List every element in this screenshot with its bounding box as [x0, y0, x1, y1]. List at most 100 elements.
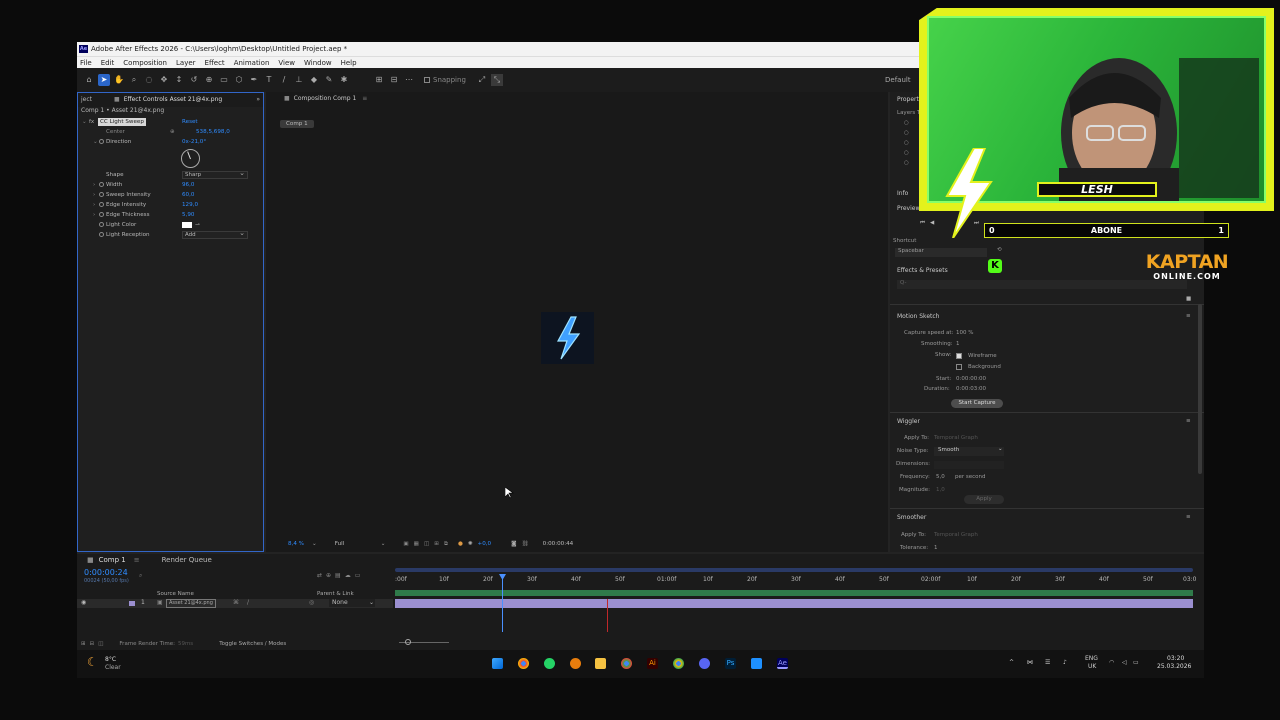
effect-row[interactable]: ⌄ fx CC Light Sweep Reset: [78, 117, 263, 127]
smoother-title[interactable]: Smoother: [897, 514, 926, 521]
timeline-timecode[interactable]: 0:00:00:24: [84, 568, 128, 577]
show-snapshot-icon[interactable]: ⛓: [522, 536, 529, 552]
anchor-tool-icon[interactable]: ⊕: [203, 74, 215, 86]
prop-value[interactable]: 0x-21,0°: [182, 137, 206, 147]
paint-icon[interactable]: [751, 658, 762, 669]
prop-shape[interactable]: Shape Sharp: [78, 170, 263, 180]
timeline-switch-icons[interactable]: ⇄⊕▤☁▭: [317, 572, 364, 580]
fx-icon[interactable]: fx: [89, 117, 94, 127]
zoom-tool-icon[interactable]: ⌕: [128, 74, 140, 86]
radio-icon[interactable]: ○: [904, 120, 909, 126]
tab-render-queue[interactable]: Render Queue: [162, 556, 212, 565]
pen-tool-icon[interactable]: ✒: [248, 74, 260, 86]
duration-value[interactable]: 0:00:03:00: [956, 386, 986, 392]
radio-icon[interactable]: ○: [904, 160, 909, 166]
expand-chevron-icon[interactable]: ›: [93, 180, 95, 190]
weather-temp[interactable]: 8°C: [105, 656, 116, 664]
capture-speed-value[interactable]: 100 %: [956, 330, 973, 336]
noise-type-dropdown[interactable]: Smooth: [934, 447, 1004, 456]
expand-chevron-icon[interactable]: ⌄: [82, 117, 87, 127]
motion-blur-icon[interactable]: ◫: [98, 640, 103, 648]
puppet-pin-icon[interactable]: ✱: [338, 74, 350, 86]
prev-frame-icon[interactable]: ◀: [930, 220, 934, 226]
region-icon[interactable]: ▣: [403, 536, 408, 552]
tray-app-icon[interactable]: ⋈: [1027, 659, 1033, 667]
transparency-grid-icon[interactable]: ▦: [414, 536, 419, 552]
chrome-icon[interactable]: [518, 658, 529, 669]
tray-mic-icon[interactable]: ♪: [1063, 659, 1067, 667]
zoom-slider-handle[interactable]: [405, 639, 411, 645]
effects-presets-title[interactable]: Effects & Presets: [897, 267, 948, 274]
shape-dropdown[interactable]: Sharp: [182, 170, 248, 179]
panel-menu-icon[interactable]: ≡: [1186, 514, 1191, 520]
tab-menu-icon[interactable]: ≡: [362, 92, 367, 106]
lock-icon[interactable]: ■: [114, 93, 120, 107]
tray-network-alt-icon[interactable]: ☰: [1045, 659, 1050, 667]
exposure-icon[interactable]: ✺: [468, 536, 473, 552]
preview-title[interactable]: Preview: [897, 205, 920, 212]
stopwatch-icon[interactable]: [99, 139, 104, 144]
menu-window[interactable]: Window: [304, 57, 332, 68]
discord-icon[interactable]: [699, 658, 710, 669]
apply-to-dropdown[interactable]: Temporal Graph: [934, 435, 1004, 441]
panel-expand-icon[interactable]: »: [256, 93, 260, 107]
panel-scrollbar[interactable]: [1198, 304, 1202, 474]
work-area-bar[interactable]: [395, 568, 1193, 572]
stopwatch-icon[interactable]: [99, 222, 104, 227]
weather-desc[interactable]: Clear: [105, 664, 121, 672]
workspace-label[interactable]: Default: [885, 76, 911, 85]
background-checkbox[interactable]: [956, 364, 962, 370]
illustrator-icon[interactable]: Ai: [647, 658, 658, 669]
prop-direction[interactable]: ⌄ Direction 0x-21,0°: [78, 137, 263, 147]
weather-moon-icon[interactable]: ☾: [87, 655, 98, 669]
lightning-bolt-layer[interactable]: [541, 312, 594, 364]
layer-name[interactable]: Asset 21@4x.png: [166, 599, 216, 608]
eraser-icon[interactable]: ◆: [308, 74, 320, 86]
motion-sketch-title[interactable]: Motion Sketch: [897, 313, 939, 320]
align-icon[interactable]: ⊞: [373, 74, 385, 86]
prop-value[interactable]: 60,0: [182, 190, 194, 200]
tolerance-value[interactable]: 1: [934, 545, 938, 551]
smoother-apply-to-dropdown[interactable]: Temporal Graph: [934, 532, 978, 538]
shape-tool-icon[interactable]: ⬡: [233, 74, 245, 86]
menu-composition[interactable]: Composition: [123, 57, 167, 68]
blender-icon[interactable]: [570, 658, 581, 669]
expand-chevron-icon[interactable]: ›: [93, 190, 95, 200]
layer-label-color[interactable]: [129, 601, 135, 606]
tab-comp-1[interactable]: Comp 1: [99, 556, 126, 565]
zoom-chevron-icon[interactable]: ⌄: [312, 536, 317, 552]
start-capture-button[interactable]: Start Capture: [951, 399, 1003, 408]
color-channel-icon[interactable]: ●: [458, 536, 463, 552]
menu-effect[interactable]: Effect: [205, 57, 225, 68]
radio-icon[interactable]: ○: [904, 130, 909, 136]
dimensions-dropdown[interactable]: [934, 461, 1004, 469]
pan-tool-icon[interactable]: ✥: [158, 74, 170, 86]
tray-chevron-icon[interactable]: ^: [1009, 659, 1014, 667]
expand-chevron-icon[interactable]: ⌄: [93, 137, 98, 147]
snapping-checkbox[interactable]: [424, 77, 430, 83]
zoom-level[interactable]: 8,4 %: [288, 536, 304, 552]
windows-start-icon[interactable]: [492, 658, 503, 669]
chrome-alt-icon[interactable]: [673, 658, 684, 669]
prop-edge-intensity[interactable]: › Edge Intensity 129,0: [78, 200, 263, 210]
snapshot-icon[interactable]: ◙: [511, 536, 516, 552]
dropdown-chevron-icon[interactable]: ⌄: [998, 446, 1003, 452]
type-tool-icon[interactable]: T: [263, 74, 275, 86]
new-bin-icon[interactable]: ■: [1186, 296, 1191, 302]
panel-menu-icon[interactable]: ≡: [1186, 418, 1191, 424]
reset-link[interactable]: Reset: [182, 117, 198, 127]
menu-edit[interactable]: Edit: [101, 57, 115, 68]
radio-icon[interactable]: ○: [904, 150, 909, 156]
brush-tool-icon[interactable]: /: [278, 74, 290, 86]
close-tab-icon[interactable]: ■: [87, 556, 94, 565]
time-ruler[interactable]: :00f 10f 20f 30f 40f 50f 01:00f 10f 20f …: [395, 576, 1196, 588]
menu-help[interactable]: Help: [341, 57, 357, 68]
frequency-value[interactable]: 5,0: [936, 474, 945, 480]
panel-menu-icon[interactable]: ≡: [1186, 313, 1191, 319]
light-reception-dropdown[interactable]: Add: [182, 230, 248, 239]
toggle-switches-modes[interactable]: Toggle Switches / Modes: [219, 640, 286, 648]
stopwatch-icon[interactable]: [99, 212, 104, 217]
effect-name[interactable]: CC Light Sweep: [98, 118, 146, 126]
rectangle-tool-icon[interactable]: ▭: [218, 74, 230, 86]
prop-value[interactable]: 129,0: [182, 200, 198, 210]
